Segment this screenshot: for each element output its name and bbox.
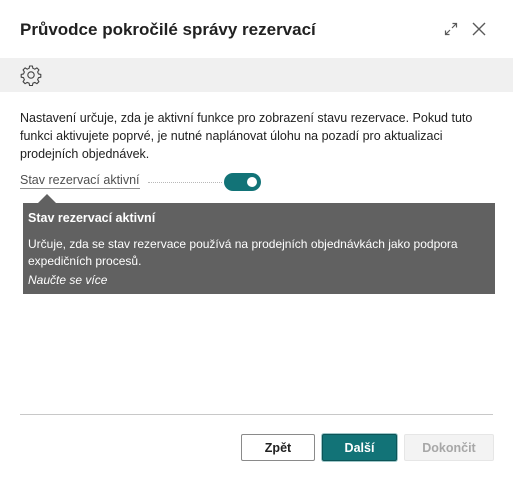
finish-button[interactable]: Dokončit bbox=[404, 434, 494, 461]
tooltip-title: Stav rezervací aktivní bbox=[28, 211, 156, 225]
expand-button[interactable] bbox=[440, 18, 462, 40]
settings-button[interactable] bbox=[20, 64, 42, 87]
field-leader-dots bbox=[148, 182, 222, 183]
next-button[interactable]: Další bbox=[322, 434, 397, 461]
tooltip-arrow bbox=[38, 194, 56, 203]
wizard-dialog: Průvodce pokročilé správy rezervací Nast… bbox=[0, 0, 513, 481]
description-text: Nastavení určuje, zda je aktivní funkce … bbox=[20, 111, 473, 161]
expand-icon bbox=[444, 22, 458, 36]
action-bar bbox=[0, 58, 513, 92]
field-tooltip: Stav rezervací aktivní Určuje, zda se st… bbox=[23, 203, 495, 294]
dialog-header: Průvodce pokročilé správy rezervací bbox=[0, 0, 513, 58]
close-button[interactable] bbox=[468, 18, 490, 40]
learn-more-link[interactable]: Naučte se více bbox=[28, 273, 107, 287]
close-icon bbox=[472, 22, 486, 36]
field-label[interactable]: Stav rezervací aktivní bbox=[20, 173, 140, 189]
gear-icon bbox=[20, 65, 42, 87]
page-title: Průvodce pokročilé správy rezervací bbox=[20, 20, 316, 39]
reservation-status-toggle[interactable] bbox=[224, 173, 261, 191]
footer-divider bbox=[20, 414, 493, 415]
toggle-knob bbox=[247, 177, 257, 187]
back-button[interactable]: Zpět bbox=[241, 434, 315, 461]
tooltip-text: Určuje, zda se stav rezervace používá na… bbox=[28, 237, 458, 268]
reservation-status-field: Stav rezervací aktivní bbox=[20, 172, 270, 192]
